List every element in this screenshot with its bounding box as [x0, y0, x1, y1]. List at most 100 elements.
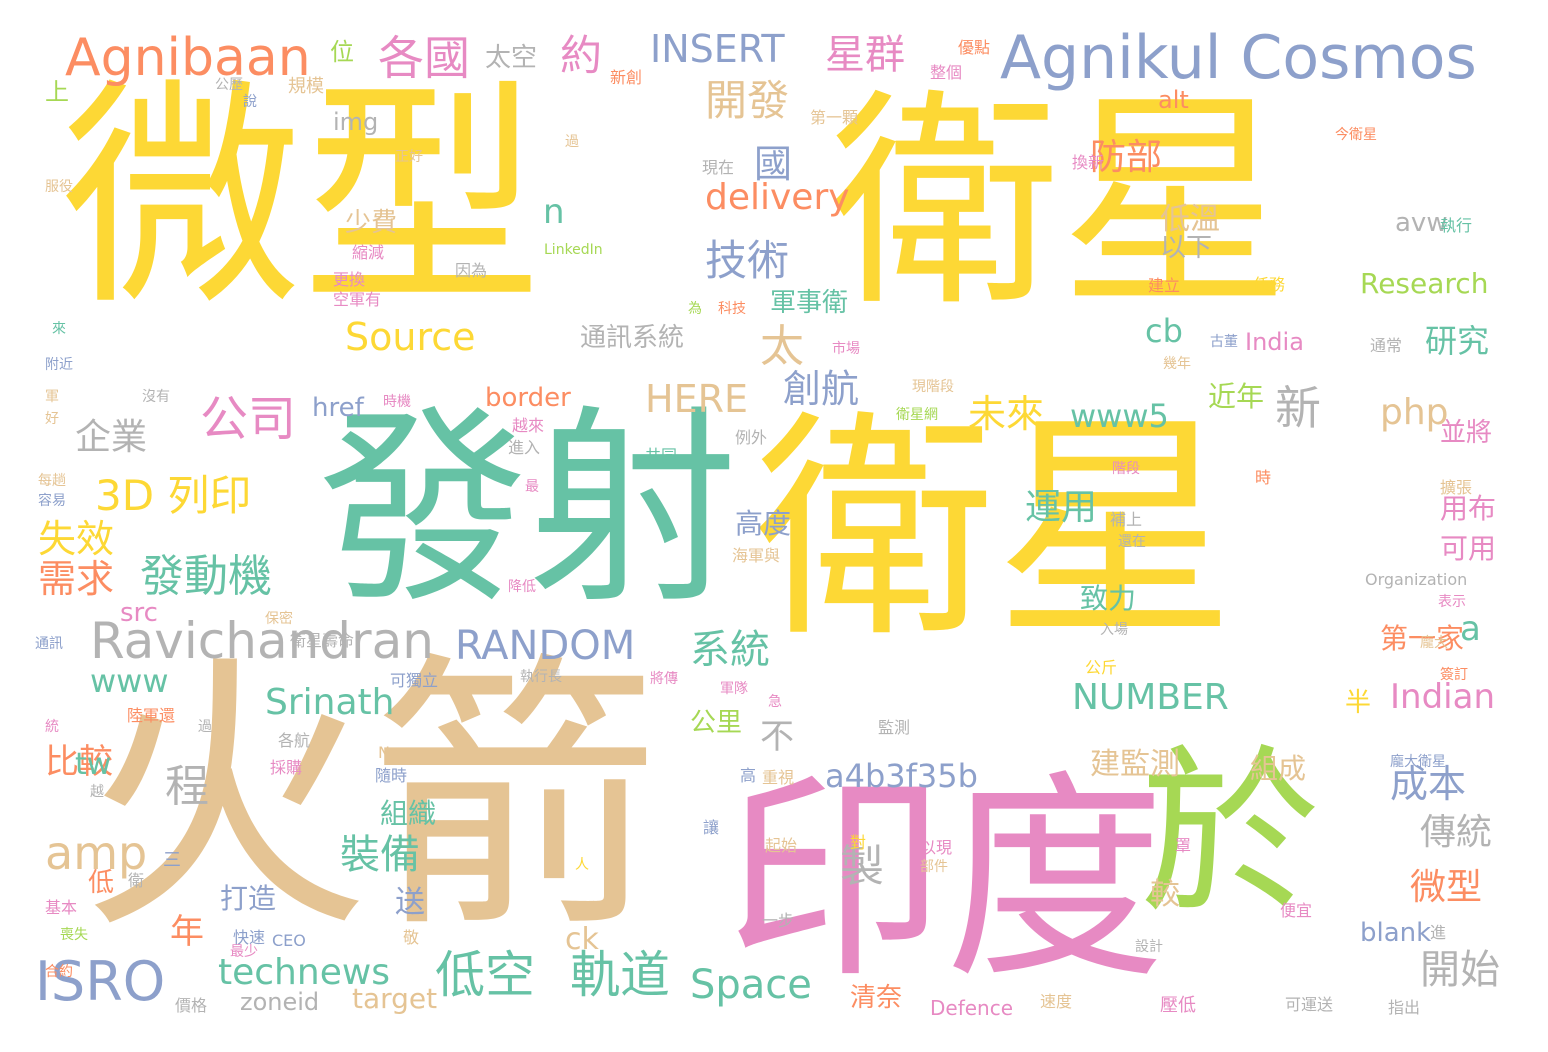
word-cloud-word: 越 [90, 784, 104, 800]
word-cloud-word: 年 [170, 912, 204, 952]
word-cloud-word: NUMBER [1072, 677, 1229, 718]
word-cloud-word: India [1245, 328, 1304, 356]
word-cloud-word: 指出 [1388, 998, 1421, 1017]
word-cloud-word: 以現 [920, 838, 953, 857]
word-cloud-word: 少費 [345, 208, 398, 238]
word-cloud-word: 共同 [645, 446, 678, 465]
word-cloud-word: 讓 [703, 818, 720, 837]
word-cloud-word: 敬 [403, 928, 420, 947]
word-cloud-word: php [1380, 392, 1449, 433]
word-cloud-word: ck [565, 922, 599, 957]
word-cloud-word: 組成 [1250, 752, 1307, 785]
word-cloud-word: 採購 [270, 758, 303, 777]
word-cloud-word: Organization [1365, 570, 1468, 589]
word-cloud-word: 新 [1275, 381, 1321, 435]
word-cloud-word: 一步 [762, 911, 795, 930]
word-cloud-word: 並將 [1440, 418, 1493, 448]
word-cloud-word: Srinath [265, 682, 395, 723]
word-cloud-word: 技術 [705, 236, 790, 285]
word-cloud-word: 通訊 [35, 636, 63, 652]
word-cloud-word: 海軍與 [732, 546, 781, 565]
word-cloud-word: 通常 [1370, 336, 1403, 355]
word-cloud-word: 附近 [45, 357, 73, 373]
word-cloud-word: 發動機 [140, 551, 272, 602]
word-cloud-word: 龐大衛星 [1390, 754, 1446, 770]
word-cloud-word: 壓低 [1160, 995, 1196, 1016]
word-cloud-word: Defence [930, 996, 1014, 1020]
word-cloud-word: 好 [45, 411, 59, 427]
word-cloud-word: 補上 [1110, 510, 1143, 529]
word-cloud-word: 沒有 [142, 389, 170, 405]
word-cloud-word: 開發 [705, 76, 790, 125]
word-cloud-word: 還在 [1118, 534, 1146, 550]
word-cloud-word: 為 [688, 301, 702, 317]
word-cloud-word: CEO [272, 931, 306, 950]
word-cloud-word: blank [1360, 918, 1432, 948]
word-cloud: 微型 衛星 衛星 發射 火箭 印度於 Agnikul Cosmos Agnibaan Ravic… [0, 0, 1548, 1052]
word-cloud-word: 說 [243, 94, 257, 110]
word-cloud-word: 今衛星 [1335, 127, 1377, 143]
word-cloud-word: 低空 [435, 946, 535, 1004]
word-cloud-word: 可獨立 [390, 671, 439, 690]
word-cloud-word: 上 [45, 78, 69, 106]
word-cloud-word: 例外 [735, 428, 768, 447]
word-cloud-word: 衛 [128, 871, 145, 890]
word-cloud-word: 換新 [1072, 153, 1105, 172]
word-cloud-word: zoneid [240, 988, 320, 1016]
word-cloud-word: 高度 [735, 507, 792, 540]
word-cloud-word: 打造 [220, 882, 277, 915]
word-cloud-word: 規模 [288, 76, 324, 97]
word-cloud-word: 用布 [1440, 492, 1497, 525]
word-cloud-word: 新創 [610, 68, 643, 87]
word-cloud-word: 失效 [38, 517, 115, 561]
word-cloud-word: 建立 [1148, 276, 1181, 295]
word-cloud-word: 裝備 [340, 832, 420, 878]
word-cloud-word: 服役 [45, 179, 73, 195]
word-cloud-word: 太 [760, 321, 804, 372]
word-cloud-word: INSERT [650, 27, 785, 71]
word-cloud-word: 約 [560, 31, 603, 80]
word-cloud-word: 表示 [1438, 594, 1466, 610]
word-cloud-word: 軍事衛 [770, 288, 849, 318]
word-cloud-word: 可用 [1440, 532, 1497, 565]
word-cloud-word: 創航 [783, 367, 860, 411]
word-cloud-word: 3D 列印 [95, 471, 252, 520]
word-cloud-word: 容易 [38, 493, 66, 509]
word-cloud-word: a4b3f35b [825, 757, 978, 795]
word-cloud-word: 基本 [45, 898, 78, 917]
word-cloud-word: 陸軍還 [127, 706, 176, 725]
word-cloud-word: 擴張 [1440, 478, 1473, 497]
word-cloud-word: 合約 [45, 964, 73, 980]
word-cloud-word: 起始 [765, 836, 798, 855]
word-cloud-word: 公歷 [215, 77, 243, 93]
word-cloud-word: 致力 [1080, 582, 1137, 615]
word-cloud-word: Source [345, 315, 476, 359]
word-cloud-word: 較 [1150, 877, 1180, 912]
word-cloud-word: 現階段 [912, 379, 954, 395]
word-cloud-word: 正好 [395, 149, 423, 165]
word-cloud-word: 衛星網 [896, 407, 938, 423]
word-cloud-word: 監測 [878, 718, 911, 737]
word-cloud-word: alt [1158, 86, 1189, 114]
word-cloud-word: 微型 [1410, 867, 1483, 908]
word-cloud-word: LinkedIn [544, 242, 603, 258]
word-cloud-word: href [312, 393, 364, 423]
word-cloud-word: 研究 [1425, 322, 1490, 360]
word-cloud-word: 組織 [380, 797, 437, 830]
word-cloud-word: 市場 [832, 341, 860, 357]
word-cloud-word: 降低 [508, 579, 536, 595]
word-cloud-word: 古董 [1210, 334, 1238, 350]
word-cloud-word: 保密 [265, 611, 293, 627]
word-cloud-word: 優點 [958, 38, 991, 57]
word-cloud-word: 國 [754, 142, 793, 186]
word-cloud-word: 不 [760, 717, 794, 757]
word-cloud-word: Agnikul Cosmos [1000, 23, 1477, 93]
word-cloud-word: 傳統 [1420, 812, 1493, 853]
word-cloud-word: border [485, 383, 571, 413]
word-cloud-word: 各航 [278, 731, 311, 750]
word-cloud-word: 低溫 [1160, 202, 1220, 237]
word-cloud-word: RANDOM [455, 623, 636, 669]
word-cloud-word: 更換 [333, 270, 366, 289]
word-cloud-word: 衛星壽命 [290, 631, 355, 650]
word-cloud-word: 最少 [230, 944, 258, 960]
